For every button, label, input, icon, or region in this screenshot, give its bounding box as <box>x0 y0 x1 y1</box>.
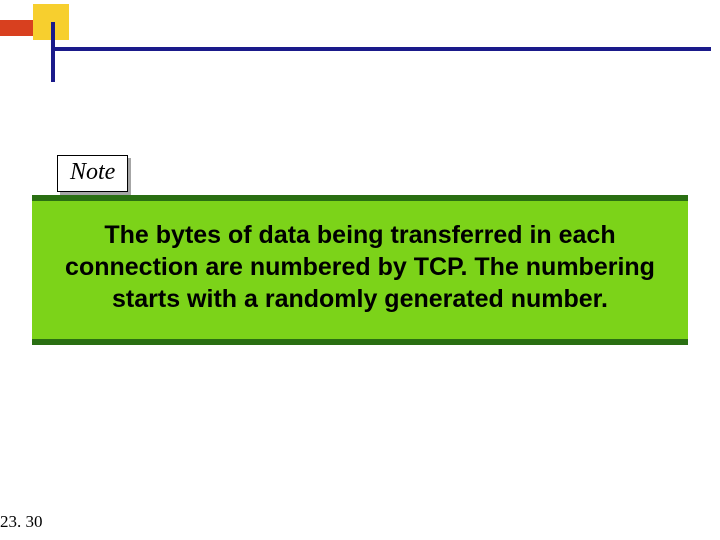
note-label: Note <box>70 159 115 185</box>
deco-blue-horizontal <box>51 47 711 51</box>
deco-blue-vertical <box>51 22 55 82</box>
note-body-block: The bytes of data being transferred in e… <box>32 195 688 345</box>
slide: Note The bytes of data being transferred… <box>0 0 720 540</box>
corner-decoration <box>0 0 720 100</box>
note-body-text: The bytes of data being transferred in e… <box>46 219 674 315</box>
page-number: 23. 30 <box>0 512 43 532</box>
note-label-box: Note <box>57 155 128 192</box>
